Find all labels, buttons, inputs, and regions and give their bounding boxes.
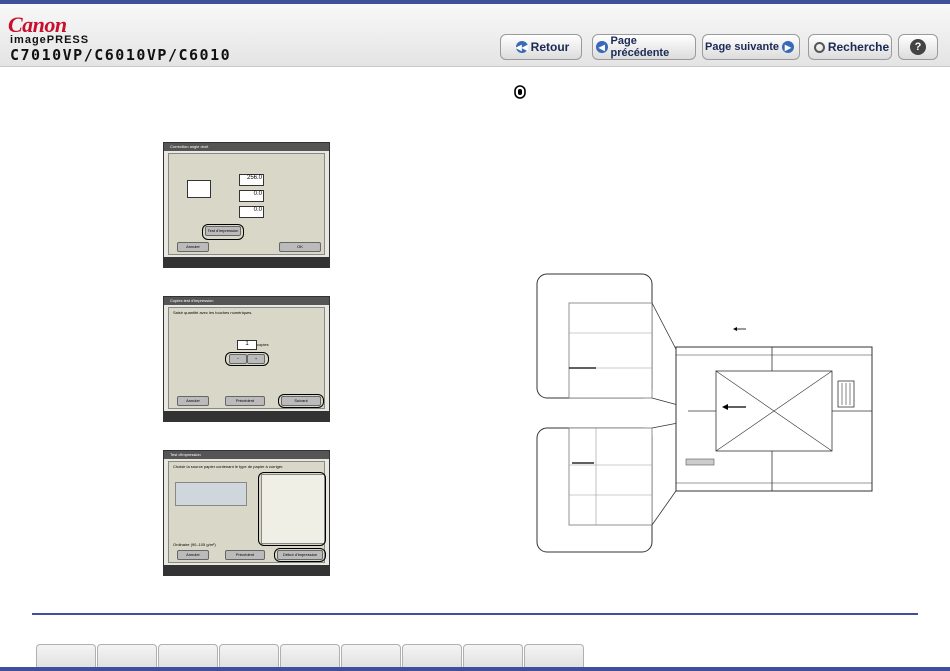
- highlight-ring: [278, 394, 324, 408]
- measurement-diagram: [536, 273, 873, 553]
- instruction-text: Choisir la source papier contenant le ty…: [173, 464, 284, 469]
- unit-label: copies: [257, 342, 269, 347]
- bottom-bar: [0, 667, 950, 671]
- monitor-bar: [164, 565, 329, 575]
- model-name: C7010VP/C6010VP/C6010: [10, 46, 232, 64]
- product-name: imagePRESS: [10, 34, 90, 46]
- prev-page-label: Page précédente: [610, 35, 670, 59]
- screen-title: Correction angle droit: [164, 143, 329, 151]
- cancel-button[interactable]: Annuler: [177, 242, 209, 252]
- left-arrow-icon: ◀: [596, 41, 608, 53]
- instruction-text: Saisir quantité avec les touches numériq…: [173, 310, 253, 315]
- cancel-button[interactable]: Annuler: [177, 550, 209, 560]
- machine-diagram: [175, 482, 247, 506]
- highlight-ring: [274, 548, 326, 562]
- screen-title: Copies test d'impression: [164, 297, 329, 305]
- screenshot-print-test-copies: Copies test d'impression Saisir quantité…: [163, 296, 330, 422]
- back-arrow-icon: ◀◀: [515, 41, 528, 53]
- header: Canon imagePRESS C7010VP/C6010VP/C6010 ◀…: [0, 4, 950, 67]
- value-field-3[interactable]: 0.0: [239, 206, 264, 218]
- screenshot-print-test: Test d'impression Choisir la source papi…: [163, 450, 330, 576]
- quantity-field[interactable]: 1: [237, 340, 257, 350]
- footer-rule: [32, 613, 918, 615]
- value-field-1[interactable]: 256.0: [239, 174, 264, 186]
- cancel-button[interactable]: Annuler: [177, 396, 209, 406]
- search-label: Recherche: [827, 40, 890, 54]
- back-button[interactable]: ◀◀ Retour: [500, 34, 582, 60]
- next-page-button[interactable]: Page suivante ▶: [702, 34, 800, 60]
- screenshot-right-angle-correction: Correction angle droit 256.0 0.0 0.0 Tes…: [163, 142, 330, 268]
- paper-type-label: Ordinaire (90–105 g/m²): [173, 542, 216, 547]
- paper-diagram: [187, 180, 211, 198]
- monitor-bar: [164, 411, 329, 421]
- ok-button[interactable]: OK: [279, 242, 321, 252]
- value-field-2[interactable]: 0.0: [239, 190, 264, 202]
- prev-button[interactable]: Précédent: [225, 550, 265, 560]
- highlight-ring: [202, 224, 244, 240]
- prev-page-button[interactable]: ◀ Page précédente: [592, 34, 696, 60]
- highlight-ring: [258, 472, 326, 546]
- search-icon: [813, 41, 825, 53]
- highlight-ring: [225, 352, 269, 366]
- right-arrow-icon: ▶: [781, 41, 794, 53]
- help-button[interactable]: ?: [898, 34, 938, 60]
- prev-button[interactable]: Précédent: [225, 396, 265, 406]
- help-icon: ?: [910, 39, 926, 55]
- next-page-label: Page suivante: [705, 41, 779, 53]
- search-button[interactable]: Recherche: [808, 34, 892, 60]
- monitor-bar: [164, 257, 329, 267]
- screen-title: Test d'impression: [164, 451, 329, 459]
- note-icon: [514, 85, 526, 99]
- back-label: Retour: [530, 40, 570, 54]
